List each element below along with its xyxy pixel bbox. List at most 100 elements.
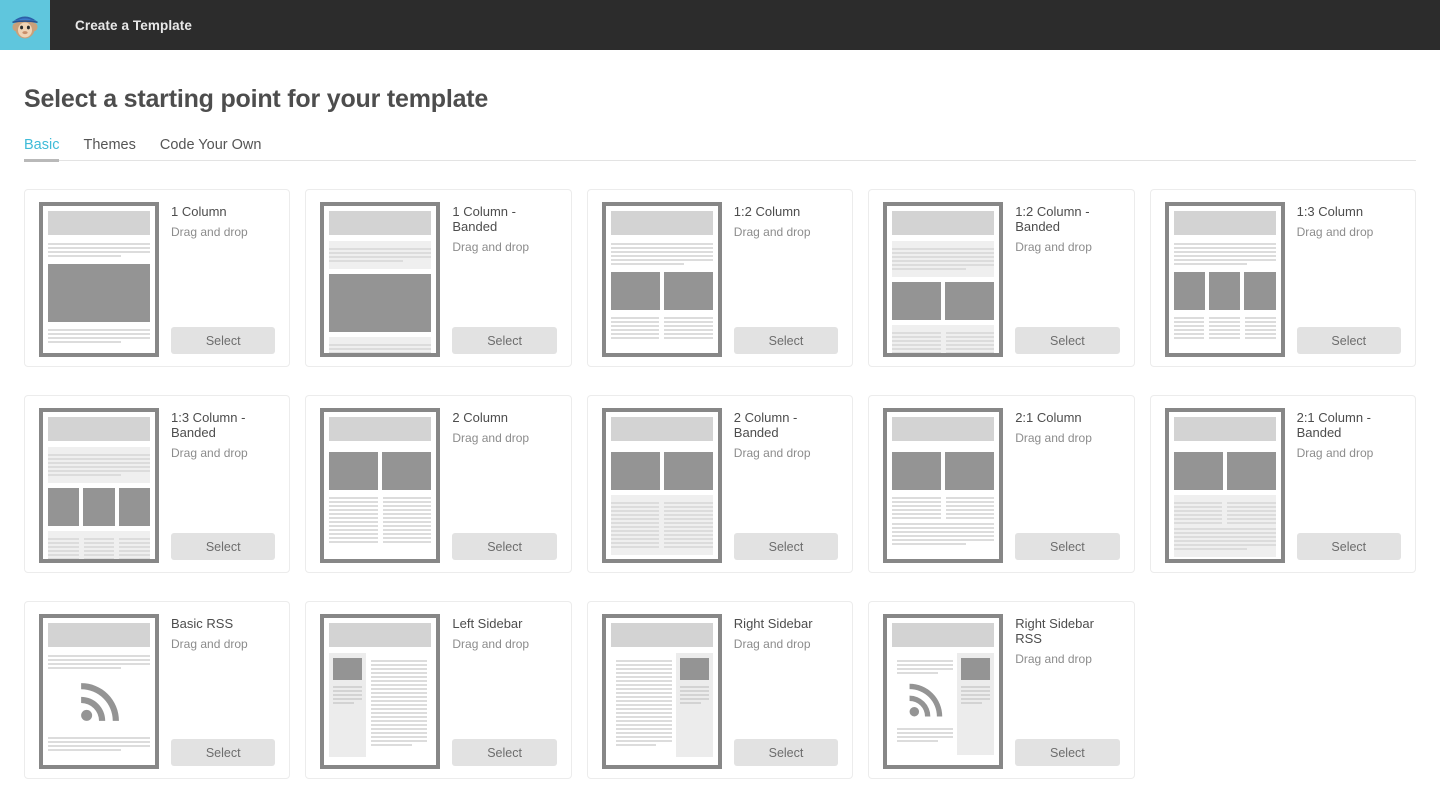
thumb-text-line bbox=[1227, 518, 1276, 520]
template-card-title: 1 Column bbox=[171, 204, 275, 219]
thumb-text-line bbox=[48, 243, 150, 245]
template-card[interactable]: 1 Column - BandedDrag and dropSelect bbox=[305, 189, 571, 367]
thumb-text-lines bbox=[611, 241, 713, 267]
template-thumbnail[interactable] bbox=[883, 614, 1003, 769]
thumb-text-line bbox=[1174, 321, 1205, 323]
thumb-text-line bbox=[946, 348, 995, 350]
thumb-text-line bbox=[371, 712, 427, 714]
thumb-column-row bbox=[892, 495, 994, 521]
thumb-text-line bbox=[371, 732, 427, 734]
thumb-text-line bbox=[1245, 321, 1276, 323]
select-button[interactable]: Select bbox=[1297, 533, 1401, 560]
thumb-text-line bbox=[611, 321, 660, 323]
thumb-text-line bbox=[1227, 522, 1276, 524]
thumb-text-line bbox=[329, 537, 378, 539]
template-thumbnail[interactable] bbox=[39, 408, 159, 563]
select-button[interactable]: Select bbox=[452, 327, 556, 354]
template-thumbnail[interactable] bbox=[320, 202, 440, 357]
template-card[interactable]: Left SidebarDrag and dropSelect bbox=[305, 601, 571, 779]
thumb-text-lines bbox=[48, 735, 150, 753]
tab-themes[interactable]: Themes bbox=[83, 137, 135, 161]
template-thumbnail[interactable] bbox=[602, 408, 722, 563]
select-button[interactable]: Select bbox=[734, 533, 838, 560]
thumb-band bbox=[329, 337, 431, 357]
template-card[interactable]: 2:1 Column - BandedDrag and dropSelect bbox=[1150, 395, 1416, 573]
thumb-text-line bbox=[664, 526, 713, 528]
thumb-text-line bbox=[84, 538, 115, 540]
rss-icon bbox=[48, 671, 150, 735]
template-thumbnail[interactable] bbox=[320, 614, 440, 769]
thumb-image-row bbox=[48, 488, 150, 526]
thumb-text-line bbox=[892, 260, 994, 262]
thumb-text-line bbox=[371, 668, 427, 670]
template-card[interactable]: 2 Column Drag and drop Select bbox=[305, 395, 571, 573]
template-thumbnail[interactable] bbox=[883, 202, 1003, 357]
thumb-text-line bbox=[892, 523, 994, 525]
thumb-text-lines bbox=[611, 315, 660, 341]
thumb-text-line bbox=[329, 260, 402, 262]
thumb-text-line bbox=[664, 542, 713, 544]
template-thumbnail[interactable] bbox=[602, 202, 722, 357]
thumb-text-line bbox=[1209, 325, 1240, 327]
thumb-text-line bbox=[616, 684, 672, 686]
thumb-text-line bbox=[1174, 251, 1276, 253]
template-thumbnail[interactable] bbox=[320, 408, 440, 563]
thumb-text-line bbox=[1245, 325, 1276, 327]
thumb-text-line bbox=[48, 542, 79, 544]
tab-basic[interactable]: Basic bbox=[24, 137, 59, 161]
template-card-meta: 1 Column - BandedDrag and dropSelect bbox=[452, 202, 556, 354]
select-button[interactable]: Select bbox=[734, 327, 838, 354]
thumb-text-line bbox=[371, 684, 427, 686]
template-thumbnail[interactable] bbox=[1165, 408, 1285, 563]
thumb-text-line bbox=[664, 337, 713, 339]
template-card[interactable]: 1:3 Column - BandedDrag and dropSelect bbox=[24, 395, 290, 573]
thumb-text-lines bbox=[371, 658, 427, 748]
thumb-text-line bbox=[616, 676, 672, 678]
template-card[interactable]: Basic RSSDrag and dropSelect bbox=[24, 601, 290, 779]
template-thumbnail[interactable] bbox=[39, 202, 159, 357]
template-thumbnail[interactable] bbox=[39, 614, 159, 769]
thumb-text-line bbox=[329, 509, 378, 511]
template-thumbnail[interactable] bbox=[602, 614, 722, 769]
select-button[interactable]: Select bbox=[1015, 533, 1119, 560]
select-button[interactable]: Select bbox=[1015, 327, 1119, 354]
template-card[interactable]: 2:1 ColumnDrag and dropSelect bbox=[868, 395, 1134, 573]
template-card[interactable]: 1 ColumnDrag and dropSelect bbox=[24, 189, 290, 367]
thumb-text-line bbox=[383, 501, 432, 503]
mailchimp-freddie-logo-icon[interactable] bbox=[0, 0, 50, 50]
thumb-text-line bbox=[383, 509, 432, 511]
thumb-header-block bbox=[48, 417, 150, 441]
thumb-text-line bbox=[329, 252, 431, 254]
select-button[interactable]: Select bbox=[171, 739, 275, 766]
thumb-header-block bbox=[611, 211, 713, 235]
template-card-subtitle: Drag and drop bbox=[452, 431, 556, 445]
select-button[interactable]: Select bbox=[171, 533, 275, 560]
thumb-text-line bbox=[946, 344, 995, 346]
template-thumbnail[interactable] bbox=[883, 408, 1003, 563]
thumb-main-column bbox=[366, 653, 431, 757]
template-card[interactable]: Right Sidebar RSSDrag and dropSelect bbox=[868, 601, 1134, 779]
select-button[interactable]: Select bbox=[1297, 327, 1401, 354]
thumb-header-block bbox=[892, 417, 994, 441]
select-button[interactable]: Select bbox=[1015, 739, 1119, 766]
template-card[interactable]: 1:2 Column - BandedDrag and dropSelect bbox=[868, 189, 1134, 367]
thumb-text-line bbox=[664, 333, 713, 335]
select-button[interactable]: Select bbox=[171, 327, 275, 354]
template-thumbnail[interactable] bbox=[1165, 202, 1285, 357]
select-button[interactable]: Select bbox=[452, 533, 556, 560]
tab-code-your-own[interactable]: Code Your Own bbox=[160, 137, 262, 161]
select-button[interactable]: Select bbox=[734, 739, 838, 766]
thumb-sidebar-right bbox=[957, 653, 994, 755]
thumb-text-line bbox=[1174, 506, 1223, 508]
template-card[interactable]: Right SidebarDrag and dropSelect bbox=[587, 601, 853, 779]
thumb-text-line bbox=[371, 704, 427, 706]
thumb-text-line bbox=[892, 517, 941, 519]
thumb-text-line bbox=[1245, 317, 1276, 319]
thumb-text-line bbox=[897, 740, 938, 742]
thumb-text-line bbox=[371, 708, 427, 710]
template-card-title: 2 Column bbox=[452, 410, 556, 425]
select-button[interactable]: Select bbox=[452, 739, 556, 766]
template-card[interactable]: 2 Column - BandedDrag and dropSelect bbox=[587, 395, 853, 573]
template-card[interactable]: 1:2 ColumnDrag and dropSelect bbox=[587, 189, 853, 367]
template-card[interactable]: 1:3 ColumnDrag and dropSelect bbox=[1150, 189, 1416, 367]
